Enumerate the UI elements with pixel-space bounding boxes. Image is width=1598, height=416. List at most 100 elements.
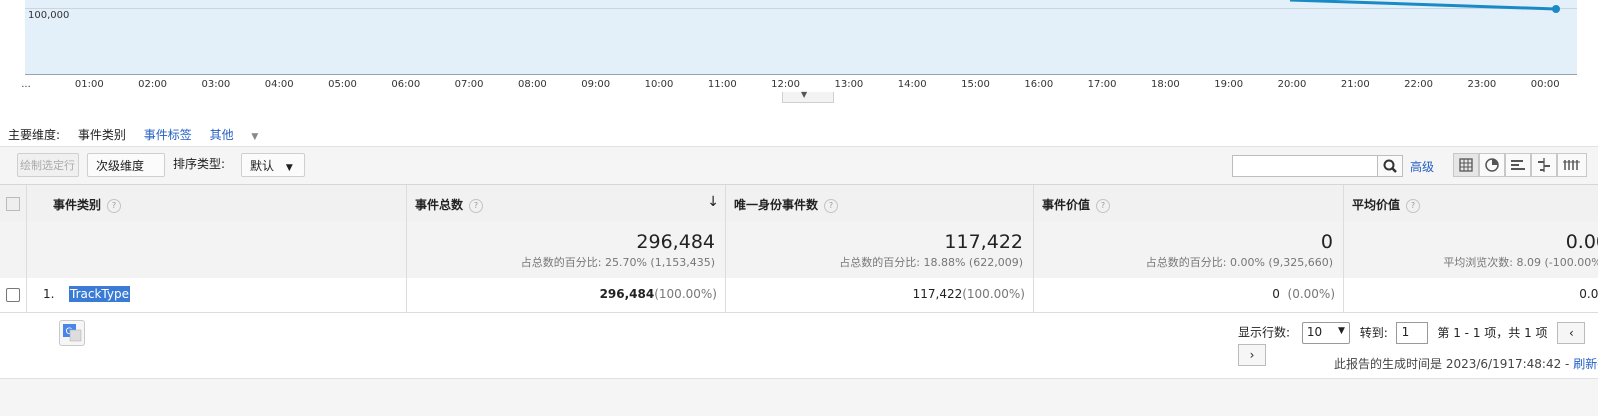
x-axis-tick-label: 23:00 (1467, 79, 1497, 90)
primary-dimension-bar: 主要维度: 事件类别 事件标签 其他 ▼ (8, 126, 286, 143)
chevron-down-icon: ▼ (801, 90, 808, 99)
x-axis-tick-label: 15:00 (961, 79, 990, 90)
help-icon[interactable]: ? (107, 198, 122, 213)
col-avg-value-label: 平均价值 (1352, 198, 1401, 212)
row-value-pct: (0.00%) (1287, 287, 1335, 301)
total-value-cell: 0 占总数的百分比: 0.00% (9,325,660) (1034, 221, 1344, 278)
x-axis-tick-label: 00:00 (1530, 79, 1560, 90)
dimension-event-label[interactable]: 事件标签 (144, 128, 192, 142)
x-axis-tick-label: 02:00 (138, 79, 168, 90)
select-all-checkbox[interactable] (6, 197, 20, 211)
table-row[interactable]: 1. TrackType 296,484(100.00%) 117,422(10… (0, 278, 1598, 313)
view-table-button[interactable] (1453, 153, 1479, 177)
row-avg-cell: 0.00 (1344, 278, 1598, 312)
view-pie-button[interactable] (1479, 153, 1505, 177)
sort-type-value: 默认 (250, 159, 275, 173)
x-axis-tick-label: 12:00 (771, 79, 801, 90)
report-generated-time: 此报告的生成时间是 2023/6/1917:48:42 - 刷新报告 (1334, 355, 1598, 372)
advanced-filter-link[interactable]: 高级 (1410, 158, 1434, 175)
view-bar-button[interactable] (1505, 153, 1531, 177)
goto-input[interactable]: 1 (1395, 322, 1428, 344)
comparison-icon (1538, 158, 1550, 172)
x-axis-tick-label: 08:00 (517, 79, 547, 90)
x-axis-tick-label: 04:00 (264, 79, 294, 90)
x-axis-tick-label: 05:00 (328, 79, 357, 90)
chevron-down-icon: ▼ (1337, 326, 1345, 336)
dimension-event-category[interactable]: 事件类别 (78, 128, 126, 142)
x-axis-tick-label: 18:00 (1150, 79, 1180, 90)
caret-down-icon: ▼ (285, 163, 293, 173)
rows-per-page-select[interactable]: 10 ▼ (1301, 322, 1350, 344)
sort-type-dropdown[interactable]: 默认 ▼ (241, 153, 305, 177)
col-event-category-label: 事件类别 (53, 198, 102, 212)
table-totals-row: 296,484 占总数的百分比: 25.70% (1,153,435) 117,… (0, 221, 1598, 279)
row-category-cell: 1. TrackType (27, 278, 407, 312)
help-icon[interactable]: ? (1406, 198, 1421, 213)
page-range: 第 1 - 1 项，共 1 项 (1437, 325, 1548, 340)
prev-page-button[interactable]: ‹ (1557, 322, 1586, 344)
plot-rows-button[interactable]: 绘制选定行 (17, 153, 79, 177)
search-button[interactable] (1377, 155, 1403, 177)
refresh-report-link[interactable]: 刷新报告 (1573, 357, 1598, 371)
col-avg-value[interactable]: 平均价值? (1344, 185, 1598, 222)
x-axis-tick-label: 19:00 (1214, 79, 1244, 90)
x-axis-tick-label: ... (21, 79, 31, 90)
pie-chart-icon (1485, 158, 1499, 172)
sort-descending-icon[interactable]: ↓ (707, 194, 719, 210)
row-checkbox-cell (0, 278, 27, 312)
row-index: 1. (43, 287, 55, 301)
total-events-sub: 占总数的百分比: 25.70% (1,153,435) (520, 256, 715, 269)
total-avg-value: 0.00 (1565, 231, 1598, 253)
select-all-cell (0, 185, 27, 222)
next-page-button[interactable]: › (1238, 344, 1266, 366)
total-unique-sub: 占总数的百分比: 18.88% (622,009) (839, 256, 1023, 269)
row-category-link[interactable]: TrackType (69, 286, 130, 302)
chevron-left-icon: ‹ (1568, 326, 1574, 340)
help-icon[interactable]: ? (1096, 198, 1111, 213)
table-search-input[interactable] (1232, 155, 1378, 177)
total-value-sub: 占总数的百分比: 0.00% (9,325,660) (1145, 256, 1333, 269)
secondary-dimension-button[interactable]: 次级维度 ▼ (87, 153, 165, 197)
dimension-other[interactable]: 其他 ▼ (210, 128, 273, 142)
totals-checkbox-cell (0, 221, 27, 278)
view-pivot-button[interactable] (1557, 153, 1587, 177)
caret-down-icon: ▼ (251, 132, 259, 142)
rows-per-page-label: 显示行数: (1238, 325, 1291, 340)
x-axis-tick-label: 07:00 (454, 79, 484, 90)
total-events-cell: 296,484 占总数的百分比: 25.70% (1,153,435) (407, 221, 726, 278)
col-event-value[interactable]: 事件价值? (1034, 185, 1344, 222)
chart-collapse-handle[interactable]: ▼ (782, 90, 834, 103)
google-translate-icon: G (63, 324, 82, 342)
grid-icon (1459, 158, 1473, 172)
row-value-value: 0 (1272, 287, 1280, 301)
generated-text: 此报告的生成时间是 2023/6/1917:48:42 - (1334, 357, 1574, 371)
total-unique-value: 117,422 (944, 231, 1023, 253)
view-comparison-button[interactable] (1531, 153, 1557, 177)
chart-point (1552, 5, 1560, 13)
col-unique-events[interactable]: 唯一身份事件数? (726, 185, 1034, 222)
x-axis-tick-label: 06:00 (391, 79, 421, 90)
help-icon[interactable]: ? (469, 198, 484, 213)
x-axis-tick-label: 14:00 (897, 79, 927, 90)
goto-value: 1 (1401, 325, 1410, 339)
sort-type-label: 排序类型: (173, 157, 226, 171)
x-axis-tick-label: 21:00 (1340, 79, 1370, 90)
col-total-events[interactable]: 事件总数? ↓ (407, 185, 726, 222)
help-icon[interactable]: ? (824, 198, 839, 213)
row-avg-value: 0.00 (1579, 287, 1598, 301)
totals-label-cell (27, 221, 407, 278)
chart-svg (1289, 0, 1560, 13)
x-axis-tick-label: 16:00 (1024, 79, 1054, 90)
dimension-other-label: 其他 (209, 128, 234, 142)
translate-icon[interactable]: G (59, 320, 85, 346)
row-unique-value: 117,422 (912, 287, 963, 301)
row-events-pct: (100.00%) (654, 287, 717, 301)
row-events-value: 296,484 (599, 287, 655, 301)
col-event-category[interactable]: 事件类别? (27, 185, 407, 222)
bar-chart-icon (1511, 160, 1525, 170)
row-checkbox[interactable] (6, 288, 20, 302)
chevron-right-icon: › (1249, 348, 1255, 362)
total-value-value: 0 (1320, 231, 1333, 253)
x-axis-tick-label: 20:00 (1277, 79, 1307, 90)
col-event-value-label: 事件价值 (1042, 198, 1091, 212)
